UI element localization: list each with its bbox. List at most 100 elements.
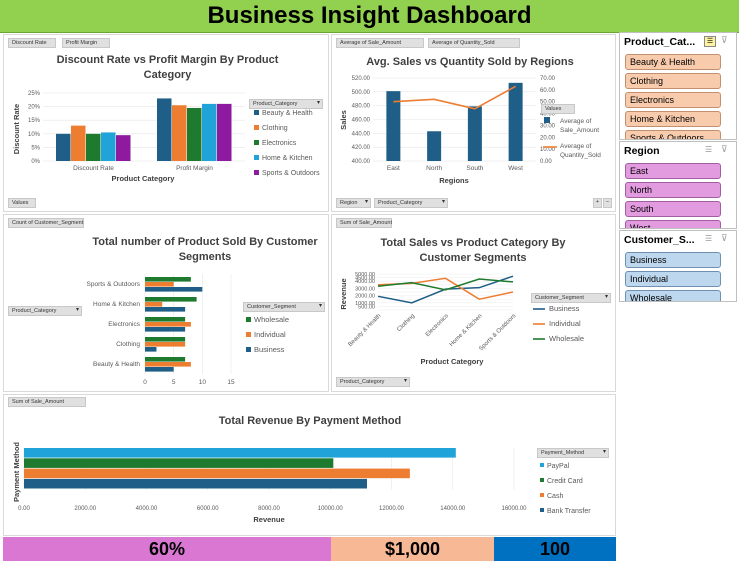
multi-select-icon[interactable]: ☰ bbox=[705, 145, 712, 154]
chart3-field-pill[interactable]: Count of Customer_Segment bbox=[8, 218, 84, 228]
chart3-title: Total number of Product Sold By Customer… bbox=[92, 236, 318, 263]
chart2-legend-label: Quantity_Sold bbox=[560, 152, 601, 159]
chart4-ytick: 3000.00 bbox=[355, 286, 375, 292]
chart5-legend: PayPal Credit Card Cash Bank Transfer bbox=[540, 463, 591, 515]
chart1-bar bbox=[157, 98, 172, 161]
slicer-region[interactable]: Region ☰ ⊽ East North South West bbox=[619, 141, 737, 229]
chart1-values-pill[interactable]: Values bbox=[8, 198, 36, 208]
chart4-category-pill[interactable]: Product_Category bbox=[336, 377, 410, 387]
chart3-legend-label: Business bbox=[254, 345, 285, 354]
chart2-ylabel: Sales bbox=[339, 110, 348, 130]
chart5-svg: 0.00 2000.00 4000.00 6000.00 8000.00 10000.00… bbox=[12, 442, 527, 524]
chart1-bar bbox=[202, 103, 217, 161]
chart5-legend-label: PayPal bbox=[547, 463, 570, 470]
slicer-item[interactable]: Electronics bbox=[625, 92, 721, 108]
chart4-xtick: Clothing bbox=[396, 313, 416, 333]
chart1-ytick: 10% bbox=[28, 132, 41, 138]
chart3-xtick: 0 bbox=[143, 379, 147, 386]
slicer-item[interactable]: South bbox=[625, 201, 721, 217]
chart1-legend-label: Electronics bbox=[262, 140, 297, 147]
chart1-field-pill-1[interactable]: Discount Rate bbox=[8, 38, 56, 48]
slicer-product-category[interactable]: Product_Cat... ☰ ⊽ Beauty & Health Clothi… bbox=[619, 32, 737, 140]
chart5-legend-swatch bbox=[540, 478, 544, 482]
chart5-legend-label: Credit Card bbox=[547, 478, 583, 485]
chart4-field-pill[interactable]: Sum of Sale_Amount bbox=[336, 218, 392, 228]
slicer-item[interactable]: Beauty & Health bbox=[625, 54, 721, 70]
chart5-xtick: 14000.00 bbox=[440, 506, 466, 512]
chart5-xtick: 2000.00 bbox=[74, 506, 96, 512]
slicer-item[interactable]: Sports & Outdoors bbox=[625, 130, 721, 139]
chart2-field-pill-2[interactable]: Average of Quantity_Sold bbox=[428, 38, 520, 48]
chart2-legend-header[interactable]: Values bbox=[541, 104, 575, 114]
chart1-bar bbox=[116, 135, 131, 161]
chart2-category-pill[interactable]: Product_Category bbox=[374, 198, 448, 208]
chart2-xtick: North bbox=[426, 165, 442, 172]
chart2-y2tick: 70.00 bbox=[540, 76, 556, 82]
chart3-legend-header[interactable]: Customer_Segment bbox=[243, 302, 325, 312]
chart1-bar bbox=[187, 107, 202, 161]
chart2-ytick: 400.00 bbox=[352, 159, 371, 165]
chart1-ytick: 15% bbox=[28, 118, 41, 124]
slicer-segment-header: Customer_S... bbox=[624, 234, 695, 246]
slicer-item[interactable]: North bbox=[625, 182, 721, 198]
chart2-legend-label: Average of bbox=[560, 118, 592, 125]
slicer-item[interactable]: Clothing bbox=[625, 73, 721, 89]
chart3-bar bbox=[145, 287, 203, 292]
chart4-xtick: Beauty & Health bbox=[348, 313, 383, 348]
slicer-item[interactable]: Business bbox=[625, 252, 721, 268]
chart2-y2tick: 60.00 bbox=[540, 88, 556, 94]
chart2-bar bbox=[427, 131, 442, 161]
chart3-legend-swatch bbox=[246, 332, 251, 337]
chart3-bar bbox=[145, 367, 174, 372]
chart2-field-pill-1[interactable]: Average of Sale_Amount bbox=[336, 38, 424, 48]
chart1-legend-label: Clothing bbox=[262, 125, 288, 132]
chart4-legend-header[interactable]: Customer_Segment bbox=[531, 293, 611, 303]
slicer-item[interactable]: West bbox=[625, 220, 721, 228]
slicer-customer-segment[interactable]: Customer_S... ☰ ⊽ Business Individual Whol… bbox=[619, 230, 737, 302]
slicer-item[interactable]: Wholesale bbox=[625, 290, 721, 301]
multi-select-icon[interactable]: ☰ bbox=[705, 234, 712, 243]
chart1-legend-header[interactable]: Product_Category bbox=[249, 99, 323, 109]
chart1-bar bbox=[217, 103, 232, 161]
chart3-bar bbox=[145, 307, 186, 312]
kpi-discount: 60% bbox=[3, 537, 331, 561]
chart1-xtick: Profit Margin bbox=[176, 165, 213, 172]
chart5-xtick: 16000.00 bbox=[501, 506, 527, 512]
chart1-legend-label: Sports & Outdoors bbox=[262, 170, 320, 177]
chart4-svg: 500.001000.002000.003000.004000.004500.0… bbox=[339, 272, 517, 366]
chart1-field-pill-2[interactable]: Profit Margin bbox=[62, 38, 110, 48]
chart3-bar bbox=[145, 342, 186, 347]
chart2-expand-button[interactable]: + bbox=[593, 198, 602, 208]
clear-filter-icon[interactable]: ⊽ bbox=[721, 144, 728, 155]
chart5-legend-header[interactable]: Payment_Method bbox=[537, 448, 609, 458]
chart2-region-pill[interactable]: Region bbox=[336, 198, 371, 208]
chart5-xtick: 10000.00 bbox=[318, 506, 344, 512]
chart3-bar bbox=[145, 302, 163, 307]
clear-filter-icon[interactable]: ⊽ bbox=[721, 233, 728, 244]
chart5-bar bbox=[24, 458, 334, 468]
chart5-field-pill[interactable]: Sum of Sale_Amount bbox=[8, 397, 86, 407]
chart2-xtick: South bbox=[466, 165, 483, 172]
chart5-xlabel: Revenue bbox=[253, 515, 284, 524]
slicer-item[interactable]: Individual bbox=[625, 271, 721, 287]
clear-filter-icon[interactable]: ⊽ bbox=[721, 35, 728, 46]
chart1-bar bbox=[101, 132, 116, 161]
chart4-legend: Business Individual Wholesale bbox=[533, 304, 584, 343]
multi-select-icon[interactable]: ☰ bbox=[704, 36, 716, 47]
slicer-item[interactable]: Home & Kitchen bbox=[625, 111, 721, 127]
slicer-item[interactable]: East bbox=[625, 163, 721, 179]
chart5-xtick: 12000.00 bbox=[379, 506, 405, 512]
chart4-legend-label: Business bbox=[549, 304, 580, 313]
chart3-legend: Wholesale Individual Business bbox=[246, 315, 289, 354]
chart1-ytick: 5% bbox=[31, 145, 40, 151]
chart2-ytick: 440.00 bbox=[352, 131, 371, 137]
chart5-legend-swatch bbox=[540, 508, 544, 512]
slicer-region-header: Region bbox=[624, 145, 660, 157]
chart4-ylabel: Revenue bbox=[339, 278, 348, 309]
chart1-xlabel: Product Category bbox=[112, 174, 176, 183]
chart2-collapse-button[interactable]: − bbox=[603, 198, 612, 208]
chart3-legend-label: Individual bbox=[254, 330, 286, 339]
chart1-ylabel: Discount Rate bbox=[12, 104, 21, 154]
chart3-category-pill[interactable]: Product_Category bbox=[8, 306, 82, 316]
chart1-bar bbox=[172, 105, 187, 161]
